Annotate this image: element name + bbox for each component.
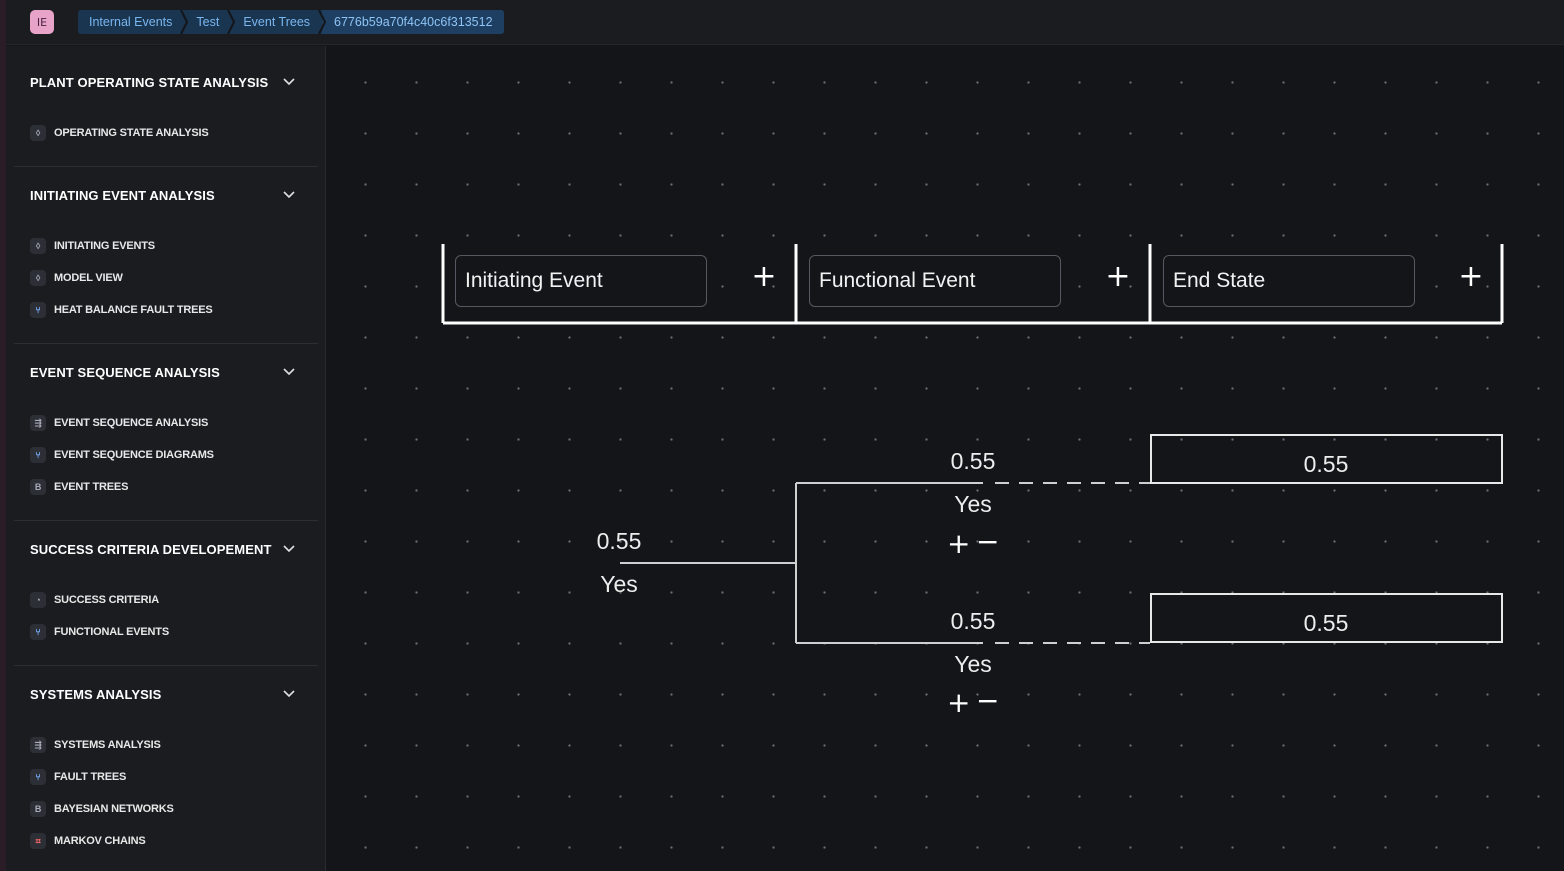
b-icon: B [30,801,46,817]
branch-icon: ⑂ [30,624,46,640]
chevron-down-icon [283,690,295,698]
breadcrumb-item-internal-events[interactable]: Internal Events [78,10,189,34]
sidebar-item-systems-analysis[interactable]: ⇶ SYSTEMS ANALYSIS [30,735,161,755]
diamond-icon: ◊ [30,238,46,254]
sidebar-item-initiating-events[interactable]: ◊ INITIATING EVENTS [30,236,155,256]
sidebar-item-label: EVENT TREES [54,481,129,493]
sidebar-item-label: BAYESIAN NETWORKS [54,803,174,815]
breadcrumb-separator-icon [318,10,327,34]
end-state-2-value[interactable]: 0.55 [1286,610,1366,637]
sidebar-item-label: SYSTEMS ANALYSIS [54,739,161,751]
end-state-field[interactable]: End State [1163,255,1415,307]
breadcrumb-label: Test [196,15,220,29]
section-divider [14,343,318,344]
sidebar-item-fault-trees[interactable]: ⑂ FAULT TREES [30,767,126,787]
section-success-criteria-developement: SUCCESS CRITERIA DEVELOPEMENT [14,534,318,564]
initiating-probability-label[interactable]: 0.55 [579,528,659,555]
branch-icon: ⑂ [30,302,46,318]
branch-icon: ⑂ [30,769,46,785]
branch-icon: ⑂ [30,447,46,463]
branch-1-add-button[interactable]: + [947,530,970,558]
end-state-1-value[interactable]: 0.55 [1286,451,1366,478]
breadcrumb-item-event-trees[interactable]: Event Trees [231,10,327,34]
section-divider [14,520,318,521]
section-header[interactable]: PLANT OPERATING STATE ANALYSIS [14,67,318,97]
sequence-icon: ⇶ [30,415,46,431]
branch-1-probability-label[interactable]: 0.55 [933,448,1013,475]
add-functional-event-button[interactable]: + [1104,262,1132,292]
add-end-state-button[interactable]: + [1457,262,1485,292]
section-title: PLANT OPERATING STATE ANALYSIS [30,74,269,90]
branch-1-remove-button[interactable]: − [976,528,999,556]
sidebar-item-event-sequence-analysis[interactable]: ⇶ EVENT SEQUENCE ANALYSIS [30,413,208,433]
branch-2-add-button[interactable]: + [947,689,970,717]
chart-icon: ◔ [30,592,46,608]
sidebar-item-label: MODEL VIEW [54,272,123,284]
branch-2-remove-button[interactable]: − [976,687,999,715]
top-bar: IE Internal Events Test Event Trees 6776… [6,0,1564,45]
sidebar-item-label: INITIATING EVENTS [54,240,155,252]
sidebar-item-operating-state-analysis[interactable]: ◊ OPERATING STATE ANALYSIS [30,123,209,143]
breadcrumb: Internal Events Test Event Trees 6776b59… [78,10,504,34]
breadcrumb-label: Internal Events [89,15,173,29]
section-header[interactable]: EVENT SEQUENCE ANALYSIS [14,357,318,387]
sidebar-item-label: SUCCESS CRITERIA [54,594,159,606]
sidebar-item-label: HEAT BALANCE FAULT TREES [54,304,213,316]
breadcrumb-label: Event Trees [243,15,311,29]
section-header[interactable]: SYSTEMS ANALYSIS [14,679,318,709]
functional-event-field[interactable]: Functional Event [809,255,1061,307]
section-plant-operating-state-analysis: PLANT OPERATING STATE ANALYSIS [14,67,318,97]
sidebar-item-model-view[interactable]: ◊ MODEL VIEW [30,268,123,288]
markov-icon: ⌗ [30,833,46,849]
section-event-sequence-analysis: EVENT SEQUENCE ANALYSIS [14,357,318,387]
breadcrumb-separator-icon [227,10,236,34]
section-title: SYSTEMS ANALYSIS [30,686,162,702]
sidebar-item-functional-events[interactable]: ⑂ FUNCTIONAL EVENTS [30,622,169,642]
sidebar-item-label: FUNCTIONAL EVENTS [54,626,169,638]
breadcrumb-item-current-id[interactable]: 6776b59a70f4c40c6f313512 [322,10,504,34]
section-title: EVENT SEQUENCE ANALYSIS [30,364,220,380]
sidebar: PLANT OPERATING STATE ANALYSIS ◊ OPERATI… [6,46,326,871]
event-tree-canvas[interactable]: Initiating Event + Functional Event + En… [327,46,1564,871]
sidebar-item-markov-chains[interactable]: ⌗ MARKOV CHAINS [30,831,146,851]
sidebar-item-label: EVENT SEQUENCE ANALYSIS [54,417,209,429]
sidebar-item-heat-balance-fault-trees[interactable]: ⑂ HEAT BALANCE FAULT TREES [30,300,213,320]
section-header[interactable]: SUCCESS CRITERIA DEVELOPEMENT [14,534,318,564]
add-initiating-event-button[interactable]: + [750,262,778,292]
sequence-icon: ⇶ [30,737,46,753]
sidebar-item-label: EVENT SEQUENCE DIAGRAMS [54,449,214,461]
sidebar-item-label: MARKOV CHAINS [54,835,146,847]
section-initiating-event-analysis: INITIATING EVENT ANALYSIS [14,180,318,210]
sidebar-item-label: OPERATING STATE ANALYSIS [54,127,209,139]
chevron-down-icon [283,191,295,199]
breadcrumb-label: 6776b59a70f4c40c6f313512 [334,15,493,29]
section-header[interactable]: INITIATING EVENT ANALYSIS [14,180,318,210]
section-title: SUCCESS CRITERIA DEVELOPEMENT [30,541,272,557]
sidebar-item-bayesian-networks[interactable]: B BAYESIAN NETWORKS [30,799,174,819]
initiating-outcome-label[interactable]: Yes [579,571,659,598]
section-title: INITIATING EVENT ANALYSIS [30,187,215,203]
breadcrumb-item-test[interactable]: Test [184,10,236,34]
diamond-icon: ◊ [30,125,46,141]
section-divider [14,665,318,666]
sidebar-item-event-trees[interactable]: B EVENT TREES [30,477,128,497]
b-icon: B [30,479,46,495]
chevron-down-icon [283,78,295,86]
initiating-event-field[interactable]: Initiating Event [455,255,707,307]
branch-1-outcome-label[interactable]: Yes [933,491,1013,518]
section-systems-analysis: SYSTEMS ANALYSIS [14,679,318,709]
app-badge[interactable]: IE [30,10,54,34]
breadcrumb-separator-icon [180,10,189,34]
branch-2-outcome-label[interactable]: Yes [933,651,1013,678]
sidebar-item-success-criteria[interactable]: ◔ SUCCESS CRITERIA [30,590,159,610]
branch-2-probability-label[interactable]: 0.55 [933,608,1013,635]
sidebar-item-event-sequence-diagrams[interactable]: ⑂ EVENT SEQUENCE DIAGRAMS [30,445,214,465]
chevron-down-icon [283,368,295,376]
diamond-icon: ◊ [30,270,46,286]
sidebar-item-label: FAULT TREES [54,771,127,783]
chevron-down-icon [283,545,295,553]
section-divider [14,166,318,167]
